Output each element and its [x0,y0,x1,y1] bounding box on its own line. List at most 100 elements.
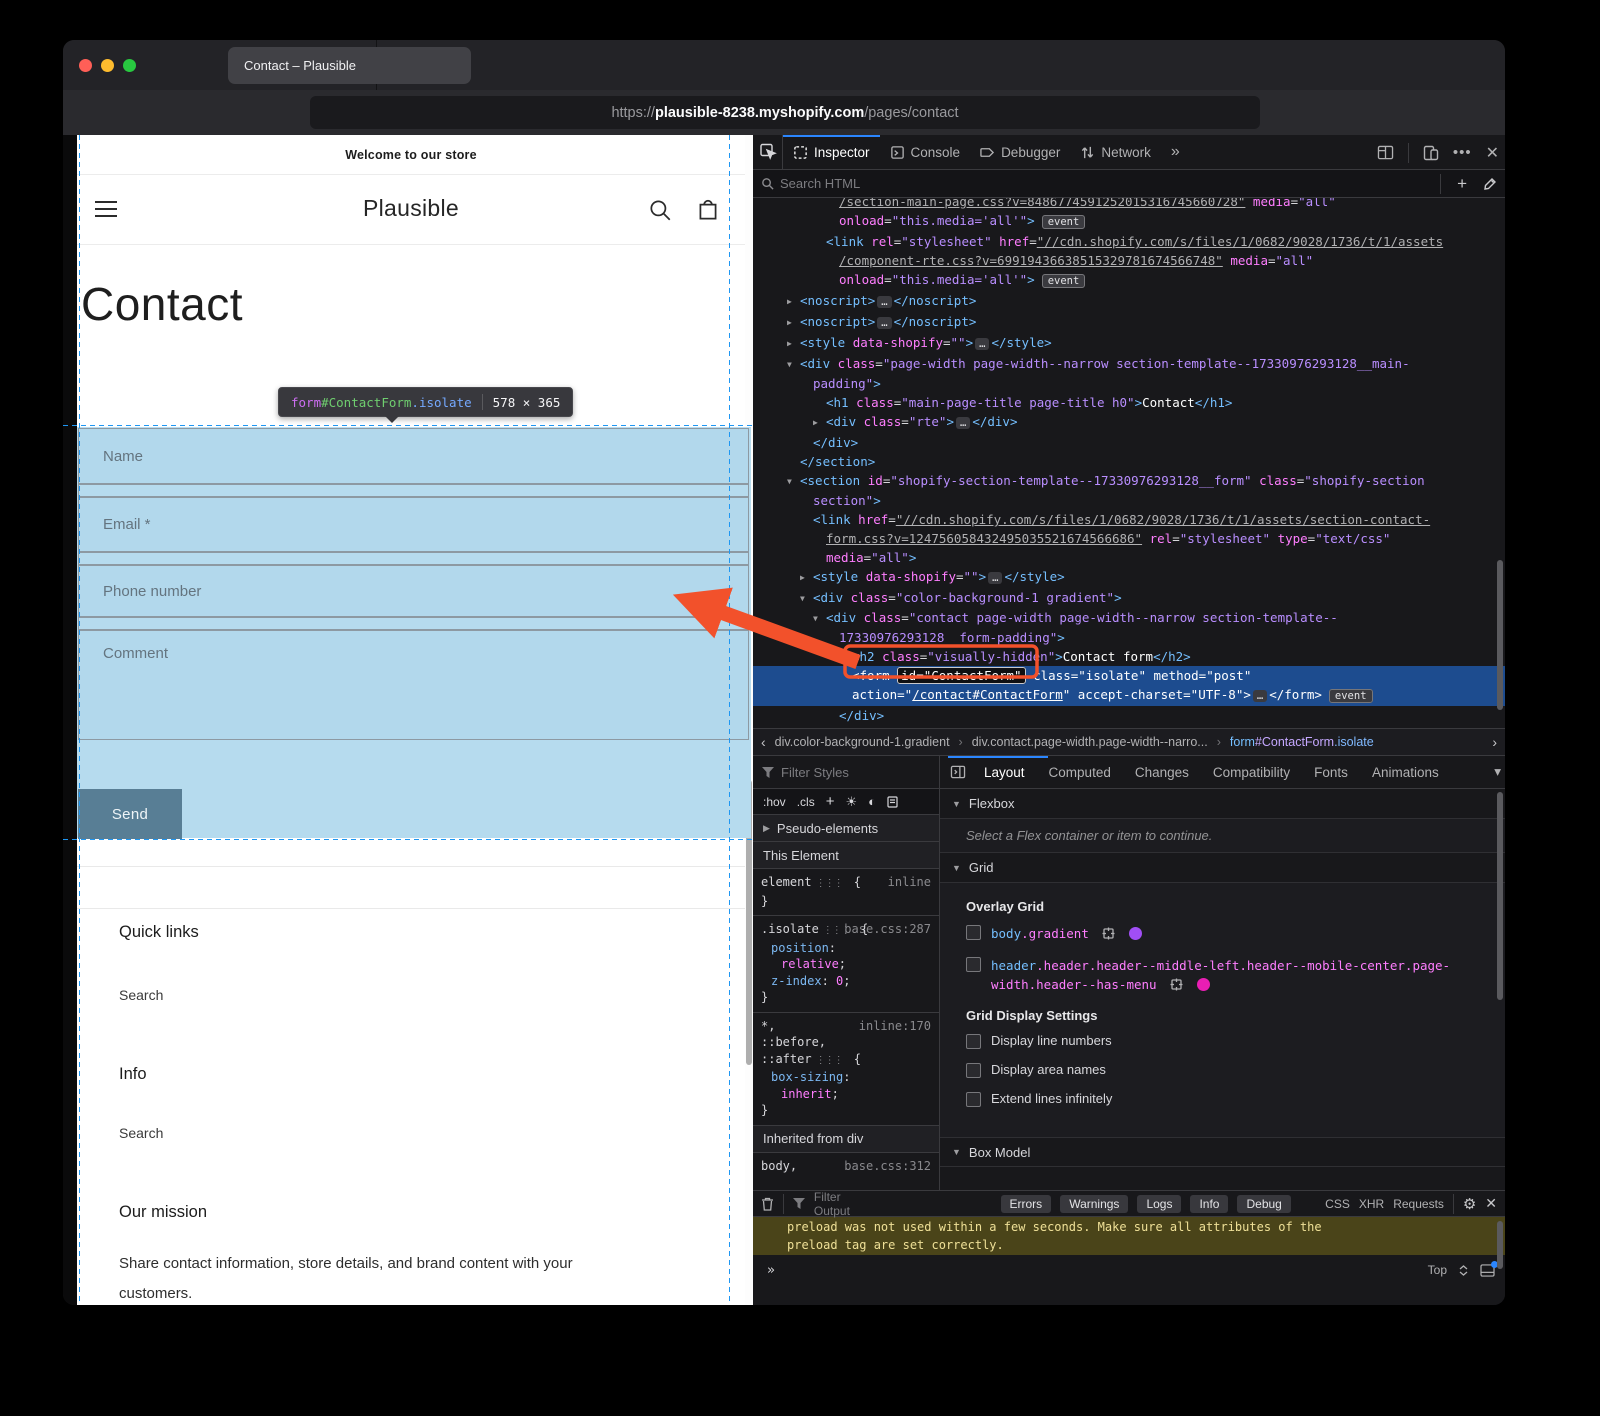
code-line[interactable]: <link rel="stylesheet" href="//cdn.shopi… [753,232,1505,251]
split-console-icon[interactable] [1480,1264,1495,1277]
tab-compatibility[interactable]: Compatibility [1201,756,1302,789]
tab-debugger[interactable]: Debugger [970,135,1070,170]
responsive-mode-icon[interactable] [1423,145,1439,161]
code-line[interactable]: section"> [753,491,1505,510]
meatball-menu-icon[interactable]: ••• [1453,144,1472,161]
close-devtools-icon[interactable]: ✕ [1486,143,1499,163]
tree-scrollbar-thumb[interactable] [1497,560,1503,710]
name-field[interactable]: Name [78,428,749,484]
console-prompt[interactable]: » [767,1263,775,1278]
code-line[interactable]: body,base.css:312 [753,1158,939,1175]
footer-link-search-2[interactable]: Search [119,1125,163,1141]
tab-fonts[interactable]: Fonts [1302,756,1360,789]
cls-toggle[interactable]: .cls [797,795,815,809]
display-line-numbers-checkbox[interactable] [966,1034,981,1049]
filter-debug-button[interactable]: Debug [1237,1195,1290,1213]
email-field[interactable]: Email * [78,497,749,552]
code-line[interactable]: ▼<section id="shopify-section-template--… [753,471,1505,491]
collapse-sidebar-icon[interactable] [940,765,972,779]
console-scrollbar-thumb[interactable] [1497,1221,1503,1269]
cart-icon[interactable] [695,197,721,223]
code-line[interactable]: } [753,989,939,1006]
filter-warnings-button[interactable]: Warnings [1060,1195,1128,1213]
body-rule[interactable]: body,base.css:312 [753,1153,939,1181]
filter-requests-button[interactable]: Requests [1393,1197,1444,1211]
code-line[interactable]: ▶<style data-shopify="">…</style> [753,567,1505,588]
filter-styles-label[interactable]: Filter Styles [781,765,849,780]
code-line[interactable]: </section> [753,452,1505,471]
address-bar[interactable]: https://plausible-8238.myshopify.com/pag… [310,96,1260,129]
code-line[interactable]: form.css?v=12475605843249503552167456668… [753,529,1505,548]
code-line[interactable]: inherit; [753,1086,939,1103]
code-line[interactable]: <h2 class="visually-hidden">Contact form… [753,647,1505,666]
twisty-icon[interactable]: ▼ [800,589,813,608]
breadcrumb-item[interactable]: div.color-background-1.gradient [775,735,950,749]
search-html-bar[interactable]: Search HTML + [753,170,1505,198]
filter-errors-button[interactable]: Errors [1001,1195,1052,1213]
code-line[interactable]: relative; [753,956,939,973]
eyedropper-icon[interactable] [1483,177,1497,191]
twisty-icon[interactable]: ▼ [813,609,826,628]
twisty-icon[interactable]: ▶ [800,568,813,587]
code-line[interactable]: <link href="//cdn.shopify.com/s/files/1/… [753,510,1505,529]
code-line[interactable]: ::after⋮⋮⋮ { [753,1051,939,1070]
close-window-button[interactable] [79,59,92,72]
filter-xhr-button[interactable]: XHR [1359,1197,1384,1211]
layout-scrollbar-thumb[interactable] [1497,792,1503,1000]
tab-layout[interactable]: Layout [972,756,1037,789]
breadcrumb-forward-icon[interactable]: › [1492,734,1497,750]
filter-css-button[interactable]: CSS [1325,1197,1350,1211]
grid-color-swatch-magenta[interactable] [1197,978,1210,991]
code-line[interactable]: ▶<noscript>…</noscript> [753,291,1505,312]
code-line[interactable]: 17330976293128__form-padding"> [753,628,1505,647]
code-line[interactable]: </div> [753,706,1505,725]
code-line[interactable]: position: [753,940,939,957]
store-logo[interactable]: Plausible [77,195,745,222]
grid-highlight-icon[interactable] [1102,927,1115,940]
add-attribute-icon[interactable]: + [1457,174,1467,194]
code-line[interactable]: /section-main-page.css?v=848677459125201… [753,198,1505,211]
code-line[interactable]: element⋮⋮⋮ {inline [753,874,939,893]
code-line[interactable]: ▶<style data-shopify="">…</style> [753,333,1505,354]
code-line[interactable]: } [753,1102,939,1119]
body-gradient-checkbox[interactable] [966,925,981,940]
code-line[interactable]: /component-rte.css?v=6991943663851532978… [753,251,1505,270]
filter-output-placeholder[interactable]: Filter Output [814,1190,874,1218]
tab-animations[interactable]: Animations [1360,756,1451,789]
grid-color-swatch-purple[interactable] [1129,927,1142,940]
frame-selector[interactable]: Top [1428,1263,1447,1277]
twisty-icon[interactable]: ▶ [787,313,800,332]
breadcrumb-item[interactable]: div.contact.page-width.page-width--narro… [972,735,1208,749]
print-simulation-icon[interactable] [887,796,898,808]
code-line[interactable]: ▶<div class="rte">…</div> [753,412,1505,433]
code-line[interactable]: z-index: 0; [753,973,939,990]
box-sizing-rule[interactable]: *,inline:170::before,::after⋮⋮⋮ {box-siz… [753,1013,939,1126]
pick-element-icon[interactable] [753,135,783,169]
tab-network[interactable]: Network [1070,135,1161,170]
code-line[interactable]: action="/contact#ContactForm" accept-cha… [753,685,1505,706]
code-line[interactable]: ▶<noscript>…</noscript> [753,312,1505,333]
comment-field[interactable]: Comment [78,630,749,740]
twisty-icon[interactable]: ▶ [787,334,800,353]
filter-info-button[interactable]: Info [1190,1195,1228,1213]
code-line[interactable]: ▼<div class="page-width page-width--narr… [753,354,1505,374]
add-rule-icon[interactable]: + [826,793,835,810]
code-line[interactable]: </div> [753,433,1505,452]
extend-lines-checkbox[interactable] [966,1092,981,1107]
send-button[interactable]: Send [78,789,182,839]
search-icon[interactable] [647,197,673,223]
box-model-section-header[interactable]: ▼Box Model [940,1137,1505,1167]
dock-panel-icon[interactable] [1377,145,1394,160]
more-tabs-icon[interactable]: » [1161,135,1190,170]
isolate-rule[interactable]: base.css:287.isolate⋮⋮⋮ {position:relati… [753,916,939,1013]
code-line[interactable]: onload="this.media='all'">event [753,270,1505,291]
code-line[interactable]: <h1 class="main-page-title page-title h0… [753,393,1505,412]
maximize-window-button[interactable] [123,59,136,72]
filter-logs-button[interactable]: Logs [1137,1195,1181,1213]
console-settings-icon[interactable]: ⚙ [1463,1195,1476,1213]
twisty-icon[interactable]: ▶ [813,413,826,432]
code-line[interactable]: ▼<div class="color-background-1 gradient… [753,588,1505,608]
light-theme-icon[interactable]: ☀ [845,794,857,810]
twisty-icon[interactable]: ▶ [787,292,800,311]
pseudo-elements-header[interactable]: ▶Pseudo-elements [753,815,939,842]
